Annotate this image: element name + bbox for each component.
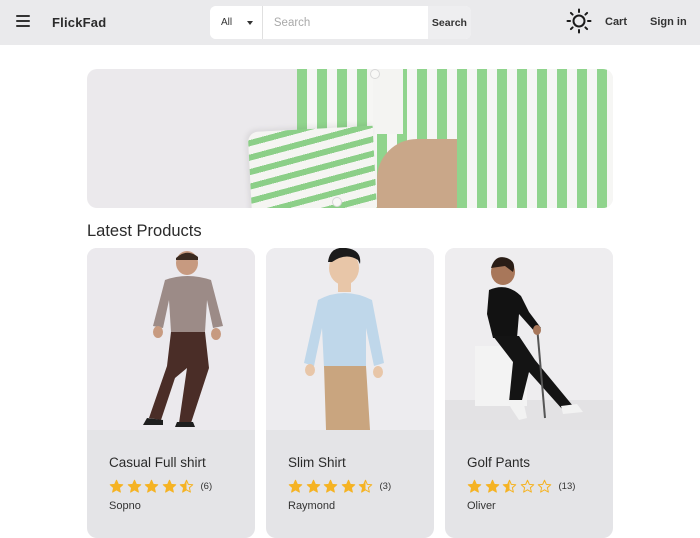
search-button[interactable]: Search [427, 6, 471, 39]
star-half-icon [179, 479, 194, 493]
product-brand: Sopno [109, 500, 141, 512]
category-select[interactable]: All [210, 6, 263, 39]
shirt-button [370, 69, 380, 79]
chevron-down-icon [246, 21, 253, 25]
star-empty-icon [537, 479, 552, 493]
product-image[interactable] [266, 248, 434, 430]
review-count: (13) [558, 481, 576, 492]
star-full-icon [341, 479, 355, 493]
category-select-value: All [221, 17, 233, 28]
model-figure [445, 248, 613, 430]
search-bar: All Search [210, 6, 471, 39]
top-navbar: FlickFad All Search Cart Sign in [0, 0, 700, 45]
product-image[interactable] [87, 248, 255, 430]
product-image[interactable] [445, 248, 613, 430]
star-empty-icon [520, 479, 534, 493]
star-full-icon [323, 479, 338, 493]
shirt-placket [373, 69, 403, 134]
review-count: (3) [379, 481, 392, 492]
product-card[interactable]: Golf Pants (13) Oliver [445, 248, 613, 538]
star-half-icon [358, 479, 373, 493]
review-count: (6) [200, 481, 213, 492]
shirt-button [332, 197, 342, 207]
star-full-icon [306, 479, 320, 493]
star-half-icon [502, 479, 517, 493]
shirt-cuff-graphic [247, 125, 378, 208]
model-figure [266, 248, 434, 430]
model-figure [87, 248, 255, 430]
star-full-icon [127, 479, 141, 493]
section-title: Latest Products [87, 222, 202, 240]
product-rating: (13) [467, 479, 575, 494]
brand-logo[interactable]: FlickFad [52, 15, 106, 30]
hamburger-menu-icon[interactable] [16, 15, 30, 27]
product-rating: (3) [288, 479, 391, 494]
arm-graphic [377, 139, 457, 208]
sign-in-link[interactable]: Sign in [650, 16, 687, 28]
star-full-icon [109, 479, 124, 493]
product-title[interactable]: Slim Shirt [288, 455, 346, 470]
star-full-icon [467, 479, 482, 493]
product-card[interactable]: Slim Shirt (3) Raymond [266, 248, 434, 538]
product-brand: Oliver [467, 500, 496, 512]
product-title[interactable]: Casual Full shirt [109, 455, 206, 470]
product-rating: (6) [109, 479, 212, 494]
star-full-icon [485, 479, 499, 493]
product-card[interactable]: Casual Full shirt (6) Sopno [87, 248, 255, 538]
product-title[interactable]: Golf Pants [467, 455, 530, 470]
star-full-icon [162, 479, 176, 493]
cart-link[interactable]: Cart [605, 16, 627, 28]
star-full-icon [288, 479, 303, 493]
star-full-icon [144, 479, 159, 493]
theme-toggle-sun-icon[interactable] [566, 8, 592, 34]
search-input[interactable] [262, 6, 428, 39]
hero-banner-image[interactable] [87, 69, 613, 208]
product-brand: Raymond [288, 500, 336, 512]
